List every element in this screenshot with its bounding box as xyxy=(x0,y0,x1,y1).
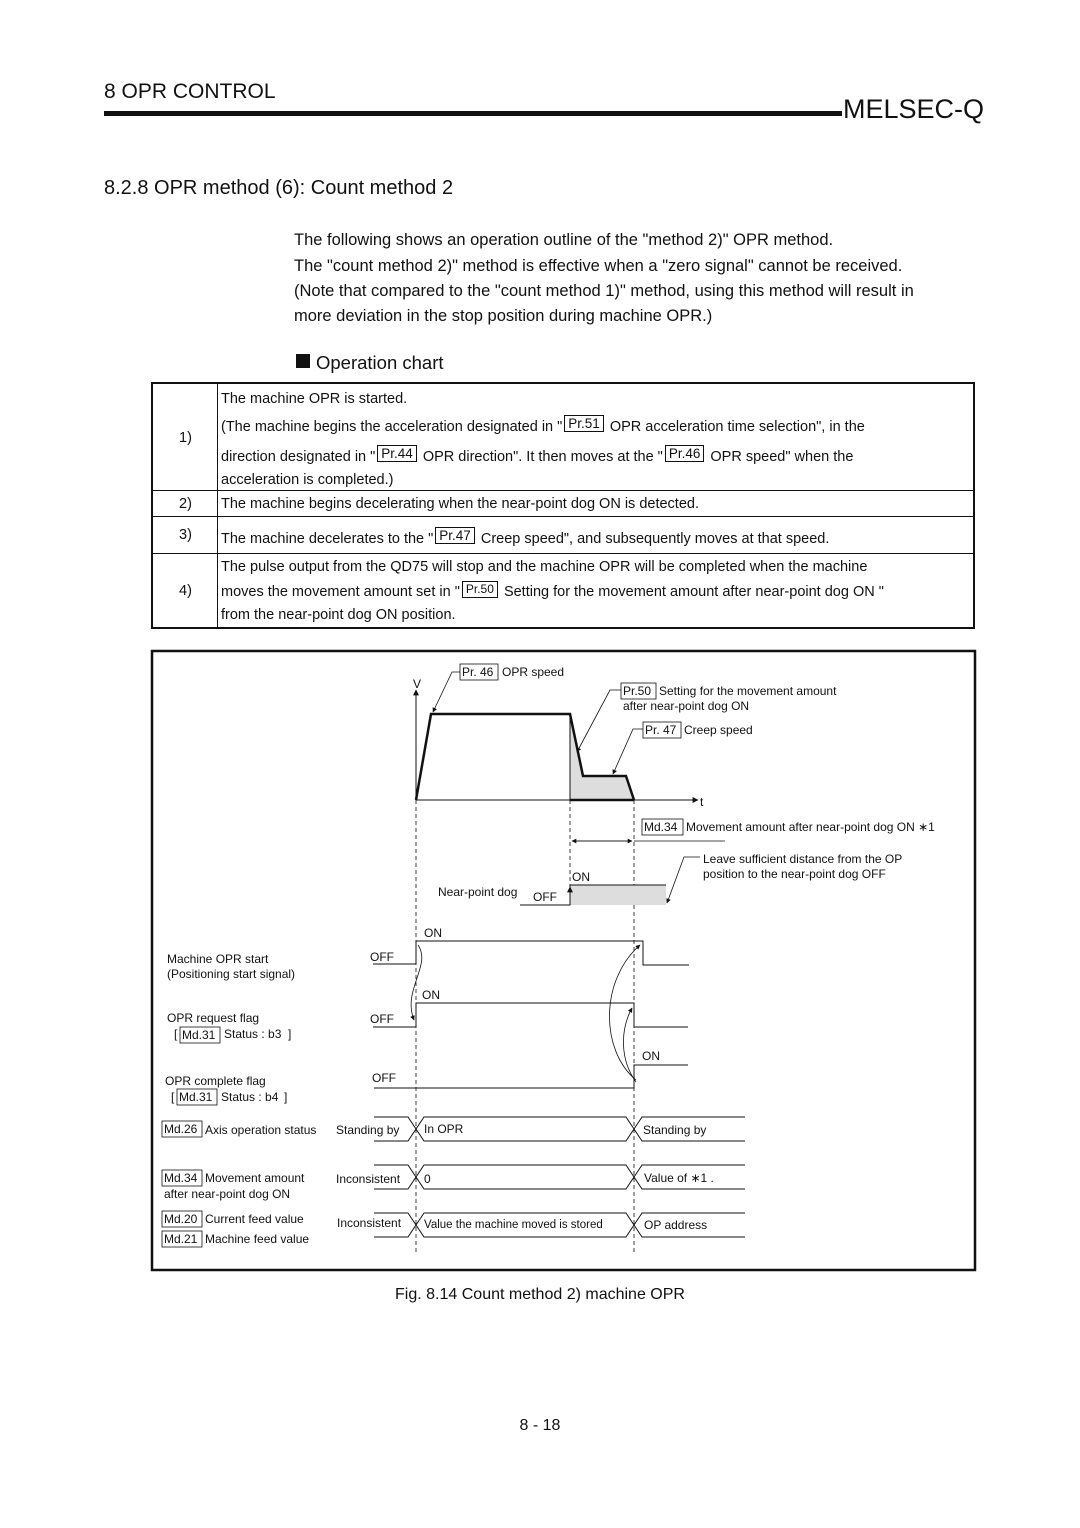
svg-text:ON: ON xyxy=(642,1049,660,1063)
page-number: 8 - 18 xyxy=(519,1417,561,1434)
svg-text:Value of ∗1 .: Value of ∗1 . xyxy=(644,1171,714,1185)
svg-text:Inconsistent: Inconsistent xyxy=(336,1172,401,1186)
svg-text:OFF: OFF xyxy=(370,950,394,964)
svg-text:ON: ON xyxy=(572,870,590,884)
svg-text:Near-point dog: Near-point dog xyxy=(438,885,517,899)
svg-text:OFF: OFF xyxy=(533,890,557,904)
svg-text:Creep speed: Creep speed xyxy=(684,723,753,737)
svg-text:Pr.50: Pr.50 xyxy=(623,684,651,698)
svg-text:Pr. 47: Pr. 47 xyxy=(645,723,677,737)
svg-text:ON: ON xyxy=(424,926,442,940)
svg-text:Machine OPR start: Machine OPR start xyxy=(167,952,269,966)
svg-text:Current feed value: Current feed value xyxy=(205,1212,304,1226)
svg-text:OP address: OP address xyxy=(644,1218,707,1232)
svg-text:Md.21: Md.21 xyxy=(164,1232,198,1246)
opr-request-signal xyxy=(373,1002,688,1028)
svg-text:OPR complete flag: OPR complete flag xyxy=(165,1074,266,1088)
svg-text:[: [ xyxy=(174,1027,178,1041)
svg-text:Setting for the movement amoun: Setting for the movement amount xyxy=(659,684,837,698)
svg-text:Md.26: Md.26 xyxy=(164,1122,198,1136)
svg-text:Value the machine moved is sto: Value the machine moved is stored xyxy=(424,1219,603,1231)
svg-text:Pr. 46: Pr. 46 xyxy=(462,665,494,679)
svg-text:position to the near-point dog: position to the near-point dog OFF xyxy=(703,867,886,881)
svg-text:]: ] xyxy=(288,1027,291,1041)
svg-text:ON: ON xyxy=(422,988,440,1002)
svg-text:V: V xyxy=(413,677,421,691)
svg-text:Leave sufficient distance from: Leave sufficient distance from the OP xyxy=(703,852,902,866)
opr-start-signal xyxy=(373,940,689,966)
svg-text:In OPR: In OPR xyxy=(424,1122,464,1136)
svg-text:after near-point dog ON: after near-point dog ON xyxy=(164,1187,290,1201)
svg-text:Status : b4: Status : b4 xyxy=(221,1090,279,1104)
svg-text:Md.31: Md.31 xyxy=(179,1090,213,1104)
svg-text:Md.34: Md.34 xyxy=(644,820,678,834)
near-point-dog-on xyxy=(570,885,666,905)
svg-text:Md.20: Md.20 xyxy=(164,1212,198,1226)
svg-text:Movement amount after near-poi: Movement amount after near-point dog ON … xyxy=(686,820,935,834)
opr-complete-signal xyxy=(374,1064,688,1089)
svg-text:Md.34: Md.34 xyxy=(164,1171,198,1185)
svg-text:Standing by: Standing by xyxy=(643,1123,706,1137)
svg-text:Machine feed value: Machine feed value xyxy=(205,1232,309,1246)
svg-text:OPR speed: OPR speed xyxy=(502,665,564,679)
svg-text:OFF: OFF xyxy=(370,1012,394,1026)
svg-text:[: [ xyxy=(171,1090,175,1104)
figure-caption: Fig. 8.14 Count method 2) machine OPR xyxy=(395,1286,685,1303)
causality-arrows xyxy=(410,944,641,1083)
svg-text:Axis operation status: Axis operation status xyxy=(205,1123,316,1137)
svg-text:Status : b3: Status : b3 xyxy=(224,1027,282,1041)
svg-text:OFF: OFF xyxy=(372,1071,396,1085)
svg-text:]: ] xyxy=(284,1090,287,1104)
svg-text:Inconsistent: Inconsistent xyxy=(337,1216,402,1230)
svg-text:0: 0 xyxy=(424,1172,431,1186)
dashed-guides xyxy=(415,800,635,1255)
svg-text:Md.31: Md.31 xyxy=(182,1028,216,1042)
svg-text:Standing by: Standing by xyxy=(336,1123,399,1137)
svg-text:Movement amount: Movement amount xyxy=(205,1171,305,1185)
svg-text:(Positioning start signal): (Positioning start signal) xyxy=(167,967,295,981)
page: 8 OPR CONTROL MELSEC-Q 8.2.8 OPR method … xyxy=(0,0,1080,1528)
svg-text:t: t xyxy=(700,795,704,809)
svg-text:OPR request flag: OPR request flag xyxy=(167,1011,259,1025)
svg-text:after near-point dog ON: after near-point dog ON xyxy=(623,699,749,713)
